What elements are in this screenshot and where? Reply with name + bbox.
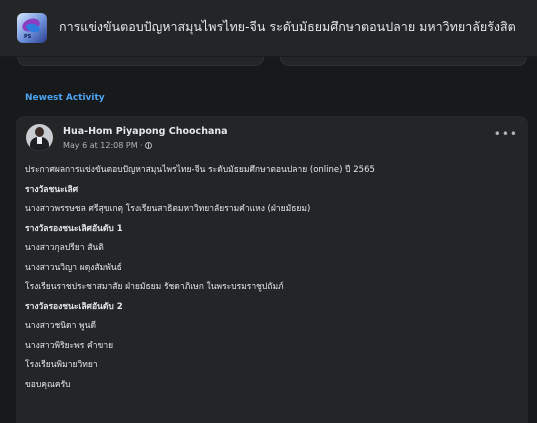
post-line: นางสาวนวิญา ผดุงสัมพันธ์ [25,262,122,273]
header-tabs-strip [17,57,527,66]
post-timestamp[interactable]: May 6 at 12:08 PM · [63,141,143,150]
post-line-heading: รางวัลรองชนะเลิศอันดับ 1 [25,223,123,234]
group-thumbnail[interactable]: PS [17,13,47,43]
post-line: นางสาวพิริยะพร คำขาย [25,340,114,351]
thumb-tag: PS [24,34,32,40]
post-body: ประกาศผลการแข่งขันตอบปัญหาสมุนไพรไทย-จีน… [25,165,520,399]
post-card: Hua-Hom Piyapong Choochana May 6 at 12:0… [16,116,528,423]
avatar-head [35,127,44,137]
post-line: นางสาวกุลปรียา สันติ [25,243,104,253]
globe-icon [144,142,152,149]
post-line: โรงเรียนราชประชาสมาสัย ฝ่ายมัธยม รัชดาภิ… [25,282,284,292]
group-title[interactable]: การแข่งขันตอบปัญหาสมุนไพรไทย-จีน ระดับมั… [59,17,516,37]
post-line-heading: รางวัลรองชนะเลิศอันดับ 2 [25,301,123,312]
more-options-button[interactable]: ••• [494,128,518,140]
post-line: ขอบคุณครับ [25,379,71,390]
header-tab-left[interactable] [17,57,264,66]
header-tab-right[interactable] [280,57,527,66]
avatar-collar [37,137,42,144]
group-header: PS การแข่งขันตอบปัญหาสมุนไพรไทย-จีน ระดั… [0,0,537,57]
post-line-heading: รางวัลชนะเลิศ [25,184,79,195]
post-line: นางสาวพรรษชล ศรีสุขเกตุ โรงเรียนสาธิตมหา… [25,204,311,214]
author-name[interactable]: Hua-Hom Piyapong Choochana [63,126,228,137]
app-frame: PS การแข่งขันตอบปัญหาสมุนไพรไทย-จีน ระดั… [0,0,537,423]
post-line: นางสาวชนิดา พูนดี [25,321,96,331]
post-line: ประกาศผลการแข่งขันตอบปัญหาสมุนไพรไทย-จีน… [25,165,375,175]
post-line: โรงเรียนพิมายวิทยา [25,360,98,370]
section-label: Newest Activity [25,93,105,103]
post-meta: May 6 at 12:08 PM · [63,141,152,150]
author-avatar[interactable] [26,124,53,151]
